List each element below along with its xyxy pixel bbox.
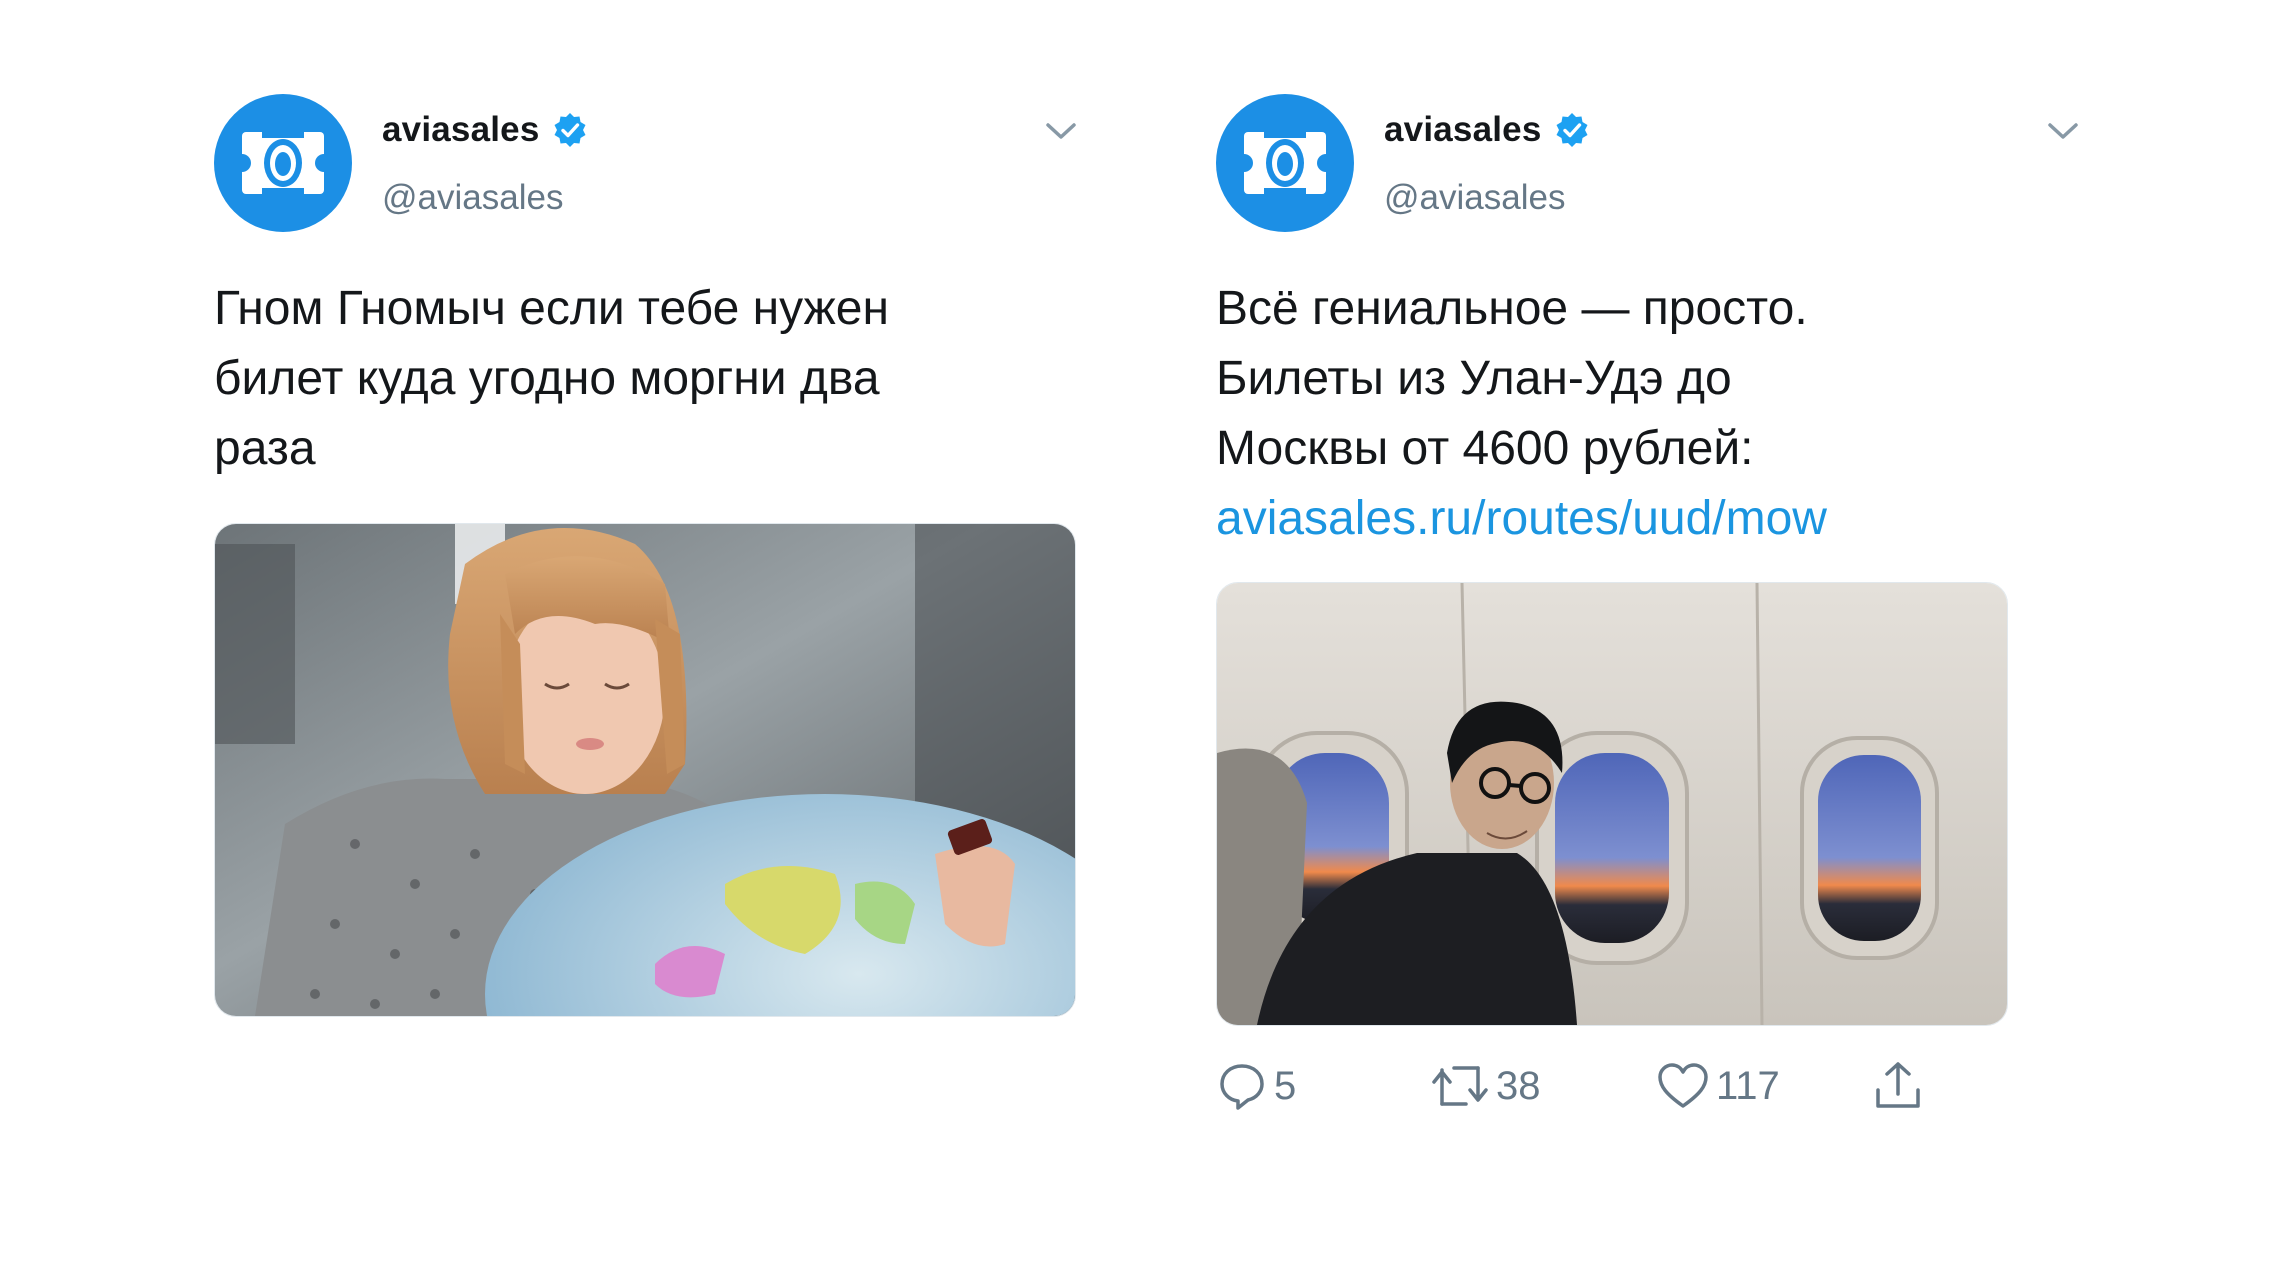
tweet-header: aviasales @aviasales bbox=[214, 94, 1084, 242]
tweet-body: Всё гениальное — просто. Билеты из Улан-… bbox=[1216, 282, 1808, 475]
retweet-button[interactable]: 38 bbox=[1430, 1060, 1541, 1112]
share-button[interactable] bbox=[1872, 1060, 1930, 1112]
tweet-media-image[interactable] bbox=[1216, 582, 2008, 1026]
share-icon bbox=[1876, 1062, 1920, 1108]
avatar[interactable] bbox=[214, 94, 352, 232]
author-row: aviasales bbox=[1384, 110, 1590, 150]
retweet-icon bbox=[1432, 1066, 1488, 1106]
aviasales-logo-icon bbox=[233, 132, 333, 194]
author-handle[interactable]: @aviasales bbox=[382, 178, 563, 218]
author-row: aviasales bbox=[382, 110, 588, 150]
reply-icon bbox=[1220, 1064, 1264, 1110]
aviasales-logo-icon bbox=[1235, 132, 1335, 194]
retweet-count: 38 bbox=[1496, 1063, 1541, 1108]
verified-badge-icon bbox=[554, 113, 586, 147]
reply-button[interactable]: 5 bbox=[1216, 1060, 1296, 1112]
verified-badge-icon bbox=[1556, 113, 1588, 147]
chevron-down-icon[interactable] bbox=[2046, 120, 2080, 142]
tweet-link[interactable]: aviasales.ru/routes/uud/mow bbox=[1216, 492, 1827, 545]
tweet-text: Гном Гномыч если тебе нужен билет куда у… bbox=[214, 282, 889, 475]
tweet-header: aviasales @aviasales bbox=[1216, 94, 2086, 242]
tweet-card: aviasales @aviasales Всё гениальное — пр… bbox=[1216, 94, 2086, 1110]
like-count: 117 bbox=[1716, 1063, 1780, 1108]
tweet-media-image[interactable] bbox=[214, 523, 1076, 1017]
author-name[interactable]: aviasales bbox=[1384, 110, 1542, 150]
media-photo bbox=[215, 524, 1075, 1016]
avatar[interactable] bbox=[1216, 94, 1354, 232]
author-handle[interactable]: @aviasales bbox=[1384, 178, 1565, 218]
like-button[interactable]: 117 bbox=[1656, 1060, 1780, 1112]
tweet-card: aviasales @aviasales Гном Гномыч если те… bbox=[214, 94, 1084, 1017]
tweet-actions: 5 38 117 bbox=[1216, 1060, 2016, 1120]
heart-icon bbox=[1658, 1063, 1708, 1108]
media-photo bbox=[1217, 583, 2007, 1025]
author-name[interactable]: aviasales bbox=[382, 110, 540, 150]
tweet-text: Всё гениальное — просто. Билеты из Улан-… bbox=[1216, 274, 1827, 554]
reply-count: 5 bbox=[1274, 1063, 1297, 1108]
chevron-down-icon[interactable] bbox=[1044, 120, 1078, 142]
